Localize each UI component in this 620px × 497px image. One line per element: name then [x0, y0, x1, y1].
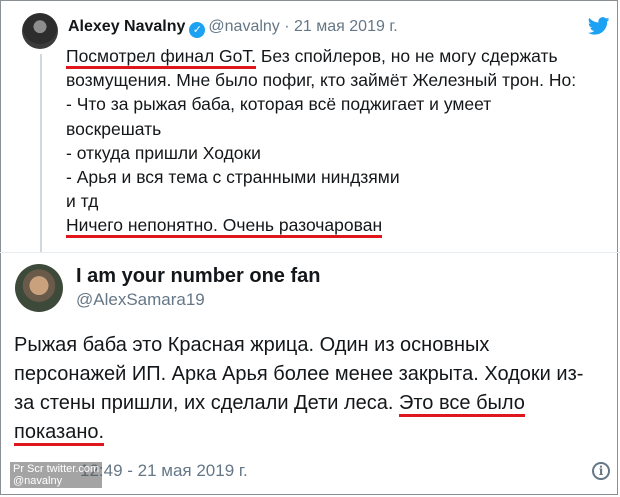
underlined-phrase: Посмотрел финал GoT.: [66, 46, 257, 69]
quoted-tweet-text: Посмотрел финал GoT. Без спойлеров, но н…: [66, 44, 577, 239]
text-line: и тд: [66, 191, 99, 212]
navalny-avatar[interactable]: [22, 13, 58, 49]
twitter-bird-icon[interactable]: [588, 17, 610, 35]
text-line: Рыжая баба это Красная жрица. Один из ос…: [14, 334, 490, 356]
reply-author-handle[interactable]: @AlexSamara19: [76, 290, 205, 310]
reply-author-avatar[interactable]: [15, 264, 63, 312]
verified-badge-icon: ✓: [189, 22, 206, 38]
text-line: Посмотрел финал GoT. Без спойлеров, но н…: [66, 44, 576, 69]
source-watermark: Pr Scr twitter.com @navalny: [10, 462, 103, 488]
quote-divider-bar: [40, 54, 42, 252]
info-icon[interactable]: i: [592, 462, 610, 480]
text-line: за стены пришли, их сделали Дети леса. Э…: [14, 389, 583, 418]
watermark-line: @navalny: [13, 475, 63, 487]
text-line: - откуда пришли Ходоки: [66, 142, 261, 163]
underlined-phrase: Это все было: [399, 392, 525, 417]
text-line: - Что за рыжая баба, которая всё поджига…: [66, 94, 492, 115]
text-line: Ничего непонятно. Очень разочарован: [66, 213, 576, 239]
text-fragment: Без спойлеров, но не могу сдержать: [256, 46, 558, 66]
text-line: - Арья и вся тема с странными ниндзями: [66, 166, 400, 187]
reply-author-name[interactable]: I am your number one fan: [76, 265, 320, 288]
watermark-line: Pr Scr twitter.com: [13, 463, 100, 475]
text-line: персонажей ИП. Арка Арья более менее зак…: [14, 363, 584, 385]
underlined-phrase: показано.: [14, 421, 105, 446]
quoted-tweet[interactable]: Alexey Navalny ✓ @navalny · 21 мая 2019 г.…: [0, 0, 620, 252]
reply-timestamp[interactable]: 12:49 - 21 мая 2019 г.: [80, 461, 248, 481]
tweet-separator: [0, 252, 620, 253]
author-name[interactable]: Alexey Navalny: [68, 18, 185, 35]
reply-text: Рыжая баба это Красная жрица. Один из ос…: [14, 331, 583, 447]
text-line: воскрешать: [66, 118, 162, 139]
text-line: возмущения. Мне было пофиг, кто займёт Ж…: [66, 70, 577, 91]
underlined-phrase: Ничего непонятно. Очень разочарован: [66, 215, 383, 239]
text-line: показано.: [14, 418, 583, 447]
quoted-tweet-header: Alexey Navalny ✓ @navalny · 21 мая 2019 г.: [68, 18, 398, 38]
tweet-date[interactable]: · 21 мая 2019 г.: [284, 18, 397, 35]
text-fragment: за стены пришли, их сделали Дети леса.: [14, 392, 394, 414]
author-handle[interactable]: @navalny: [208, 18, 279, 35]
